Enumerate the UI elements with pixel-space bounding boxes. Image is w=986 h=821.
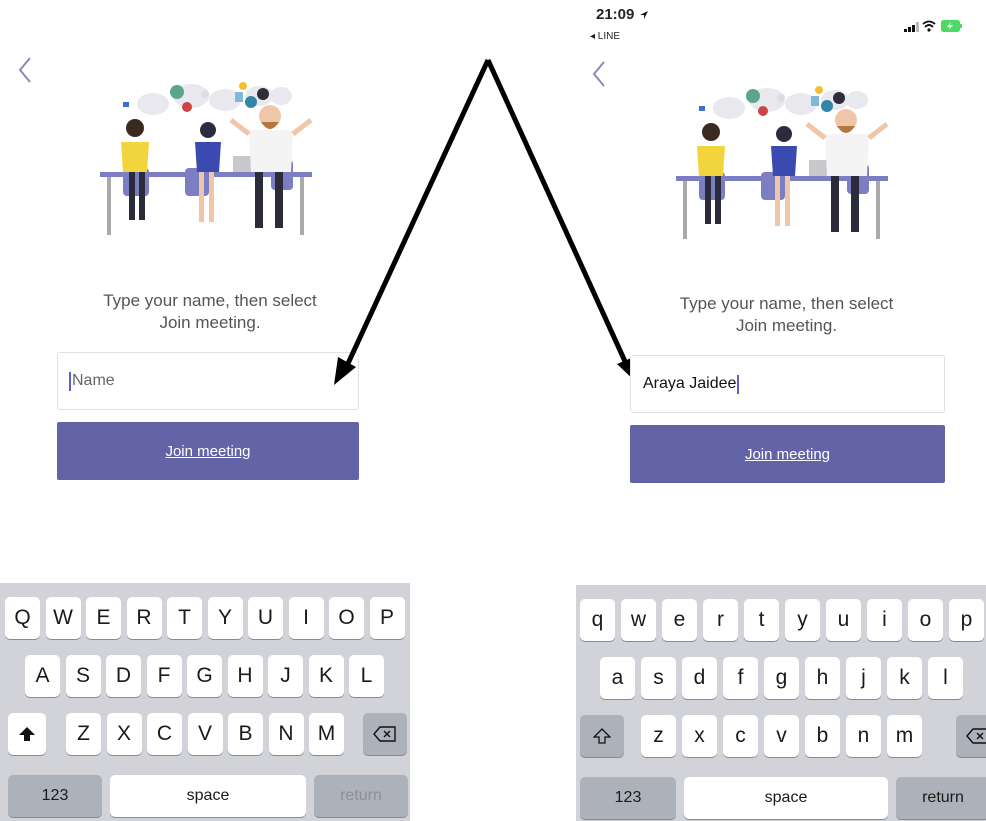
key-p[interactable]: p: [949, 599, 984, 641]
key-l[interactable]: l: [928, 657, 963, 699]
backspace-icon: [966, 728, 986, 744]
right-screen: 21:09 ◂ LINE Type your name, then select…: [576, 0, 986, 821]
key-j[interactable]: j: [846, 657, 881, 699]
key-c[interactable]: c: [723, 715, 758, 757]
key-t[interactable]: t: [744, 599, 779, 641]
wifi-icon: [922, 20, 936, 32]
numbers-key[interactable]: 123: [580, 777, 676, 819]
key-a[interactable]: a: [600, 657, 635, 699]
key-b[interactable]: b: [805, 715, 840, 757]
return-key[interactable]: return: [896, 777, 986, 819]
key-e[interactable]: e: [662, 599, 697, 641]
location-arrow-icon: [639, 11, 648, 20]
key-r[interactable]: r: [703, 599, 738, 641]
key-y[interactable]: y: [785, 599, 820, 641]
key-o[interactable]: o: [908, 599, 943, 641]
prompt-text: Type your name, then select Join meeting…: [634, 293, 939, 337]
key-k[interactable]: k: [887, 657, 922, 699]
key-x[interactable]: x: [682, 715, 717, 757]
keyboard-lowercase: qwertyuiop asdfghjkl zxcvbnm 123 space r…: [576, 585, 986, 821]
key-q[interactable]: q: [580, 599, 615, 641]
shift-outline-icon: [593, 728, 611, 744]
shift-key[interactable]: [580, 715, 624, 757]
meeting-illustration: [676, 86, 889, 239]
battery-charging-icon: [941, 20, 962, 32]
back-chevron-icon[interactable]: [590, 60, 608, 88]
delete-key[interactable]: [956, 715, 986, 757]
signal-icon: [904, 22, 919, 32]
name-value: Araya Jaidee: [643, 375, 737, 392]
key-i[interactable]: i: [867, 599, 902, 641]
key-s[interactable]: s: [641, 657, 676, 699]
key-g[interactable]: g: [764, 657, 799, 699]
key-m[interactable]: m: [887, 715, 922, 757]
name-input[interactable]: Araya Jaidee: [630, 355, 945, 413]
join-meeting-button[interactable]: Join meeting: [630, 425, 945, 483]
key-d[interactable]: d: [682, 657, 717, 699]
key-f[interactable]: f: [723, 657, 758, 699]
key-z[interactable]: z: [641, 715, 676, 757]
key-u[interactable]: u: [826, 599, 861, 641]
back-to-app-link[interactable]: ◂ LINE: [590, 31, 620, 42]
prompt-line-1: Type your name, then select: [679, 294, 894, 313]
key-v[interactable]: v: [764, 715, 799, 757]
key-h[interactable]: h: [805, 657, 840, 699]
key-w[interactable]: w: [621, 599, 656, 641]
space-key[interactable]: space: [684, 777, 888, 819]
prompt-line-2: Join meeting.: [735, 316, 838, 335]
text-caret: [737, 374, 740, 394]
status-time: 21:09: [596, 6, 649, 23]
key-n[interactable]: n: [846, 715, 881, 757]
